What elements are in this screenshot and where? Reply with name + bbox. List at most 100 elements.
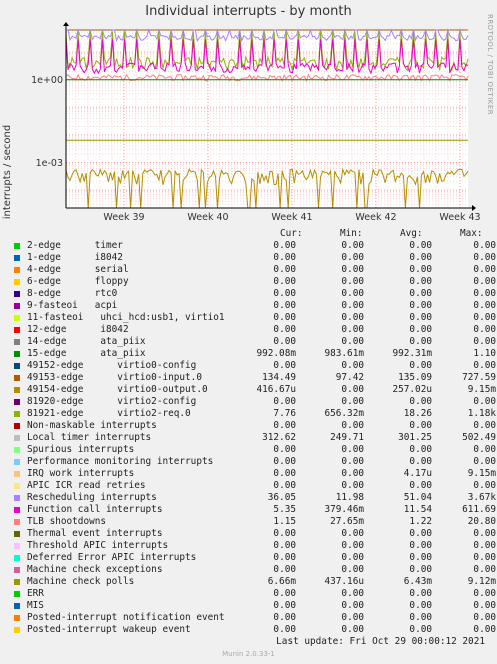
legend-series-name: 49153-edge virtio0-input.0 (27, 372, 202, 383)
legend-min-value: 0.00 (341, 276, 364, 287)
legend-max-value: 0.00 (473, 600, 496, 611)
x-tick-label: Week 40 (187, 212, 228, 223)
x-tick-label: Week 43 (439, 212, 480, 223)
legend-series-name: 14-edge ata_piix (27, 336, 146, 347)
legend-cur-value: 0.00 (273, 468, 296, 479)
legend-min-value: 0.00 (341, 336, 364, 347)
legend-avg-value: 0.00 (409, 600, 432, 611)
legend-min-value: 0.00 (341, 600, 364, 611)
legend-swatch (14, 411, 20, 417)
legend-cur-value: 0.00 (273, 528, 296, 539)
legend-max-value: 3.67k (467, 492, 496, 503)
legend-min-value: 0.00 (341, 480, 364, 491)
legend-avg-value: 0.00 (409, 336, 432, 347)
legend-row: Function call interrupts 5.35 379.46m 11.54… (12, 504, 496, 516)
legend-avg-value: 4.17u (403, 468, 432, 479)
legend-max-value: 0.00 (473, 420, 496, 431)
legend-series-name: 49154-edge virtio0-output.0 (27, 384, 208, 395)
legend-avg-value: 0.00 (409, 552, 432, 563)
legend-series-name: 11-fasteoi uhci_hcd:usb1, virtio1 (27, 312, 225, 323)
legend-min-value: 0.00 (341, 312, 364, 323)
legend-cur-value: 0.00 (273, 288, 296, 299)
legend-cur-value: 0.00 (273, 540, 296, 551)
legend-cur-value: 1.15 (273, 516, 296, 527)
legend-series-name: Threshold APIC interrupts (27, 540, 169, 551)
legend-series-name: 81920-edge virtio2-config (27, 396, 197, 407)
legend-max-value: 0.00 (473, 276, 496, 287)
legend-row: 8-edge rtc0 0.00 0.00 0.00 0.00 (12, 288, 496, 300)
x-axis-arrow (472, 205, 476, 211)
legend-max-value: 611.69 (462, 504, 496, 515)
legend-swatch (14, 375, 20, 381)
legend-cur-value: 0.00 (273, 264, 296, 275)
legend-avg-value: 0.00 (409, 588, 432, 599)
legend-cur-value: 0.00 (273, 396, 296, 407)
legend-cur-value: 312.62 (262, 432, 296, 443)
legend-series-name: Non-maskable interrupts (27, 420, 157, 431)
legend-avg-value: 0.00 (409, 312, 432, 323)
legend-avg-value: 0.00 (409, 288, 432, 299)
legend-swatch (14, 591, 20, 597)
legend-min-value: 97.42 (335, 372, 364, 383)
legend-row: Deferred Error APIC interrupts 0.00 0.00 0.… (12, 552, 496, 564)
legend-series-name: Function call interrupts (27, 504, 163, 515)
legend-cur-value: 0.00 (273, 600, 296, 611)
legend-swatch (14, 243, 20, 249)
legend-avg-value: 6.43m (403, 576, 432, 587)
legend-row: ERR 0.00 0.00 0.00 0.00 (12, 588, 496, 600)
legend-max-value: 0.00 (473, 312, 496, 323)
legend-swatch (14, 543, 20, 549)
legend-max-value: 0.00 (473, 288, 496, 299)
legend-series-name: 6-edge floppy (27, 276, 129, 287)
legend-row: APIC ICR read retries 0.00 0.00 0.00 0.00 (12, 480, 496, 492)
legend-max-value: 0.00 (473, 444, 496, 455)
legend-cur-value: 6.66m (267, 576, 296, 587)
legend-cur-value: 0.00 (273, 300, 296, 311)
legend-series-name: 12-edge i8042 (27, 324, 129, 335)
legend-max-value: 0.00 (473, 540, 496, 551)
legend-avg-value: 0.00 (409, 300, 432, 311)
legend-avg-value: 0.00 (409, 420, 432, 431)
legend-max-value: 0.00 (473, 252, 496, 263)
legend-row: Non-maskable interrupts 0.00 0.00 0.00 0.00 (12, 420, 496, 432)
legend-series-name: Rescheduling interrupts (27, 492, 157, 503)
legend-max-value: 0.00 (473, 624, 496, 635)
legend-row: 81921-edge virtio2-req.0 7.76 656.32m 18.26… (12, 408, 496, 420)
legend-max-value: 0.00 (473, 552, 496, 563)
legend-row: 15-edge ata_piix 992.08m 983.61m 992.31m 1.1… (12, 348, 496, 360)
legend-avg-value: 1.22 (409, 516, 432, 527)
legend-swatch (14, 351, 20, 357)
legend-avg-value: 0.00 (409, 264, 432, 275)
legend-row: 1-edge i8042 0.00 0.00 0.00 0.00 (12, 252, 496, 264)
legend-min-value: 0.00 (341, 444, 364, 455)
legend-swatch (14, 327, 20, 333)
col-header-min: Min: (340, 228, 363, 239)
legend-row: Machine check exceptions 0.00 0.00 0.00 0.00 (12, 564, 496, 576)
legend-swatch (14, 459, 20, 465)
legend-min-value: 379.46m (324, 504, 364, 515)
legend-row: 2-edge timer 0.00 0.00 0.00 0.00 (12, 240, 496, 252)
col-header-max: Max: (460, 228, 483, 239)
legend-swatch (14, 507, 20, 513)
legend-row: 49154-edge virtio0-output.0 416.67u 0.00 25… (12, 384, 496, 396)
legend-swatch (14, 603, 20, 609)
legend-swatch (14, 291, 20, 297)
legend-avg-value: 0.00 (409, 480, 432, 491)
legend-min-value: 0.00 (341, 540, 364, 551)
legend-min-value: 249.71 (330, 432, 364, 443)
legend-series-name: Local timer interrupts (27, 432, 152, 443)
legend-series-name: APIC ICR read retries (27, 480, 146, 491)
legend-avg-value: 257.02u (392, 384, 432, 395)
legend-row: 9-fasteoi acpi 0.00 0.00 0.00 0.00 (12, 300, 496, 312)
legend-avg-value: 18.26 (403, 408, 432, 419)
legend-swatch (14, 567, 20, 573)
legend-min-value: 437.16u (324, 576, 364, 587)
legend-swatch (14, 435, 20, 441)
legend-cur-value: 0.00 (273, 312, 296, 323)
legend-min-value: 0.00 (341, 552, 364, 563)
legend-swatch (14, 399, 20, 405)
legend-cur-value: 0.00 (273, 552, 296, 563)
plot-area: 1e+00 1e-03 Week 39 Week 40 Week 41 Week 42 We… (31, 22, 481, 223)
legend-avg-value: 11.54 (403, 504, 432, 515)
legend-swatch (14, 483, 20, 489)
